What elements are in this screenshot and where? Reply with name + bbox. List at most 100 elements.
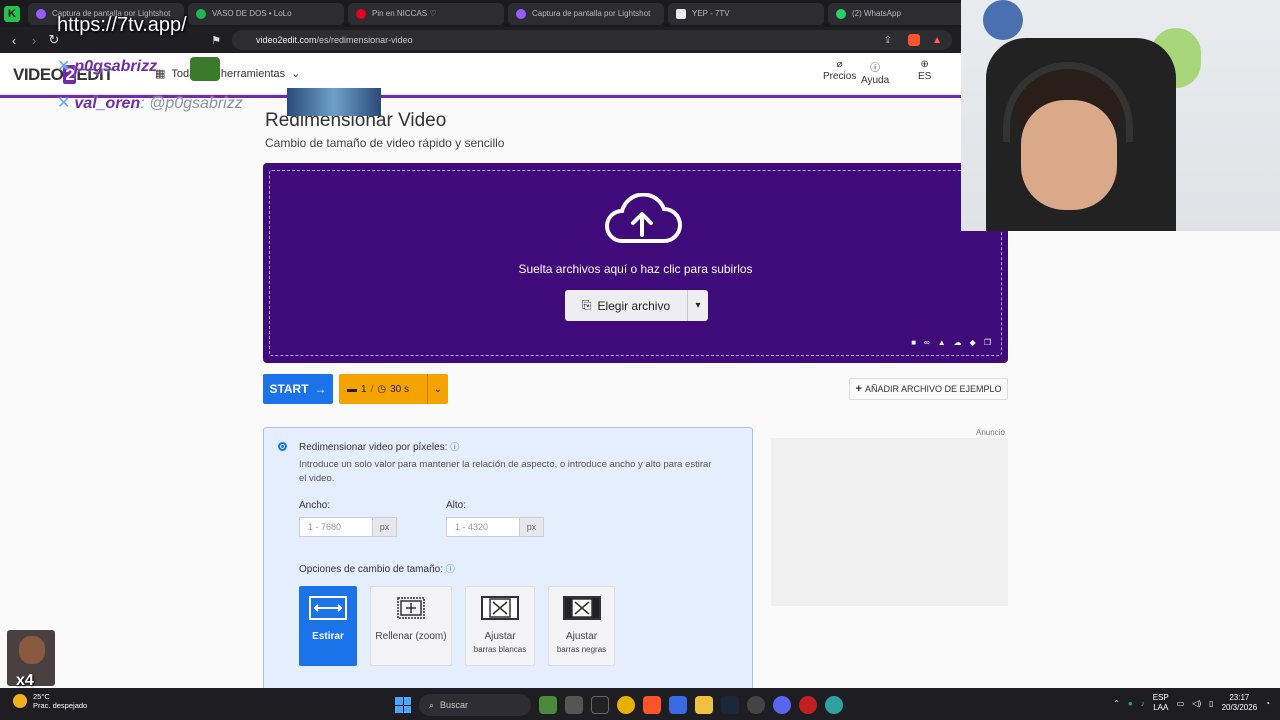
search-icon: ⌕ (429, 699, 435, 710)
x-icon: ✕ (57, 95, 71, 112)
language-indicator[interactable]: ESP LAA (1153, 693, 1169, 713)
width-input[interactable]: 1 - 7680 (299, 517, 373, 537)
mode-fit-black[interactable]: Ajustar barras negras (548, 586, 615, 666)
browser-tab[interactable]: Pin en NICCAS ♡ (348, 2, 504, 25)
dropbox-icon[interactable]: ◆ (970, 338, 976, 347)
windows-start-icon[interactable] (395, 697, 411, 713)
overlay-url-text: https://7tv.app/ (57, 14, 187, 36)
choose-file-button[interactable]: ⎘ Elegir archivo ▾ (565, 290, 708, 321)
network-icon[interactable]: ▭ (1177, 699, 1185, 708)
weather-widget[interactable]: 25°C Prac. despejado (13, 692, 87, 710)
ad-slot (771, 438, 1008, 606)
pinterest-icon (356, 8, 366, 19)
app-icon[interactable] (539, 696, 557, 714)
taskbar-clock[interactable]: 23:17 20/3/2026 (1222, 693, 1258, 713)
width-unit: px (373, 517, 397, 537)
back-icon[interactable]: ‹ (4, 33, 24, 48)
width-label: Ancho: (299, 500, 331, 511)
height-label: Alto: (446, 500, 467, 511)
notification-icon[interactable]: ◔ (1265, 699, 1270, 708)
language-selector[interactable]: ⊕ ES (918, 59, 931, 82)
tag-icon: ⌀ (836, 59, 843, 70)
question-icon: ⓘ (870, 63, 881, 74)
app-icon[interactable] (747, 696, 765, 714)
volume-icon[interactable]: ◁) (1192, 699, 1201, 708)
mode-stretch[interactable]: Estirar (299, 586, 357, 666)
kick-icon[interactable]: K (4, 5, 20, 22)
fill-icon (397, 597, 425, 619)
battery-icon[interactable]: ▯ (1209, 699, 1213, 708)
whatsapp-icon (836, 8, 846, 19)
resize-options-label: Opciones de cambio de tamaño: ⓘ (299, 564, 455, 575)
overlay-chat-user: ✕ p0gsabrizz (57, 58, 158, 75)
link-icon[interactable]: ∞ (924, 338, 930, 347)
overlay-chat-message: ✕ val_oren: @p0gsabrizz (57, 95, 243, 112)
rewards-icon[interactable]: ▲ (932, 35, 942, 46)
webcam-overlay (961, 0, 1280, 231)
file-dropzone[interactable]: Suelta archivos aquí o haz clic para sub… (263, 163, 1008, 363)
share-icon[interactable]: ⇪ (884, 35, 892, 46)
url-field[interactable]: video2edit.com/es/redimensionar-video ⇪ … (232, 30, 952, 50)
app-icon[interactable] (825, 696, 843, 714)
small-cam-face (19, 636, 45, 664)
browser-tab[interactable]: VASO DE DOS • LoLo (188, 2, 344, 25)
chrome-icon[interactable] (617, 696, 635, 714)
folder-icon[interactable]: ■ (911, 338, 916, 347)
spotify-icon (196, 8, 206, 19)
arrow-right-icon: → (314, 382, 327, 396)
lightshot-icon (516, 8, 526, 19)
7tv-icon (676, 8, 686, 19)
resize-options-panel: Redimensionar video por píxeles: ⓘ Intro… (263, 427, 753, 697)
epic-games-icon[interactable] (591, 696, 609, 714)
resize-by-pixels-radio[interactable] (278, 442, 287, 451)
info-icon[interactable]: ⓘ (446, 564, 455, 574)
taskbar-search[interactable]: ⌕ Buscar (419, 694, 531, 716)
all-tools-menu[interactable]: ▦ Todas las herramientas ⌄ (155, 67, 301, 81)
multiplier-text: x4 (16, 672, 34, 689)
onedrive-icon[interactable]: ☁ (954, 338, 962, 347)
info-icon[interactable]: ⓘ (450, 442, 459, 452)
start-button[interactable]: START → (263, 374, 333, 404)
brave-shield-icon[interactable] (908, 34, 920, 46)
clock-icon: ◷ (377, 383, 387, 395)
browser-tab[interactable]: Captura de pantalla por Lightshot (508, 2, 664, 25)
chevron-down-icon[interactable]: ▾ (688, 300, 708, 311)
microphone-icon[interactable]: ♪ (1141, 699, 1145, 708)
file-explorer-icon[interactable] (565, 696, 583, 714)
store-icon[interactable] (669, 696, 687, 714)
width-field: 1 - 7680 px (299, 517, 397, 537)
mode-fit-white[interactable]: Ajustar barras blancas (465, 586, 535, 666)
plus-icon: + (855, 383, 862, 395)
forward-icon[interactable]: › (24, 33, 44, 48)
brave-icon[interactable] (643, 696, 661, 714)
chevron-down-icon[interactable]: ⌄ (428, 384, 448, 395)
mode-fill-zoom[interactable]: Rellenar (zoom) (370, 586, 452, 666)
browser-tab[interactable]: YEP - 7TV (668, 2, 824, 25)
google-drive-icon[interactable]: ▲ (938, 338, 946, 347)
chevron-up-icon[interactable]: ⌃ (1113, 699, 1120, 708)
tray-icon[interactable]: ● (1128, 699, 1133, 708)
app-icon[interactable] (799, 696, 817, 714)
discord-icon[interactable] (773, 696, 791, 714)
limits-dropdown[interactable]: ▬ 1 / ◷ 30 s ⌄ (339, 374, 448, 404)
clipboard-icon[interactable]: ❐ (984, 338, 991, 347)
steam-icon[interactable] (721, 696, 739, 714)
drop-instructions: Suelta archivos aquí o haz clic para sub… (518, 262, 753, 276)
chevron-down-icon: ⌄ (291, 68, 301, 80)
fit-black-icon (562, 596, 601, 620)
bookmark-icon[interactable]: ⚑ (206, 34, 226, 47)
file-icon: ⎘ (581, 298, 592, 312)
pricing-link[interactable]: ⌀ Precios (823, 59, 856, 82)
cloud-upload-icon (605, 193, 682, 243)
fit-white-icon (481, 596, 519, 620)
add-sample-file-button[interactable]: + AÑADIR ARCHIVO DE EJEMPLO (849, 378, 1008, 400)
option-title: Redimensionar video por píxeles: ⓘ (299, 442, 460, 453)
windows-taskbar: 25°C Prac. despejado ⌕ Buscar ⌃ ● ♪ ESP LAA… (0, 688, 1280, 720)
upload-sources: ■ ∞ ▲ ☁ ◆ ❐ (911, 338, 991, 347)
emote-icon (190, 57, 220, 81)
help-link[interactable]: ⓘ Ayuda (861, 59, 889, 86)
height-field: 1 - 4320 px (446, 517, 544, 537)
folder-icon[interactable] (695, 696, 713, 714)
height-input[interactable]: 1 - 4320 (446, 517, 520, 537)
file-count-icon: ▬ (347, 383, 357, 395)
